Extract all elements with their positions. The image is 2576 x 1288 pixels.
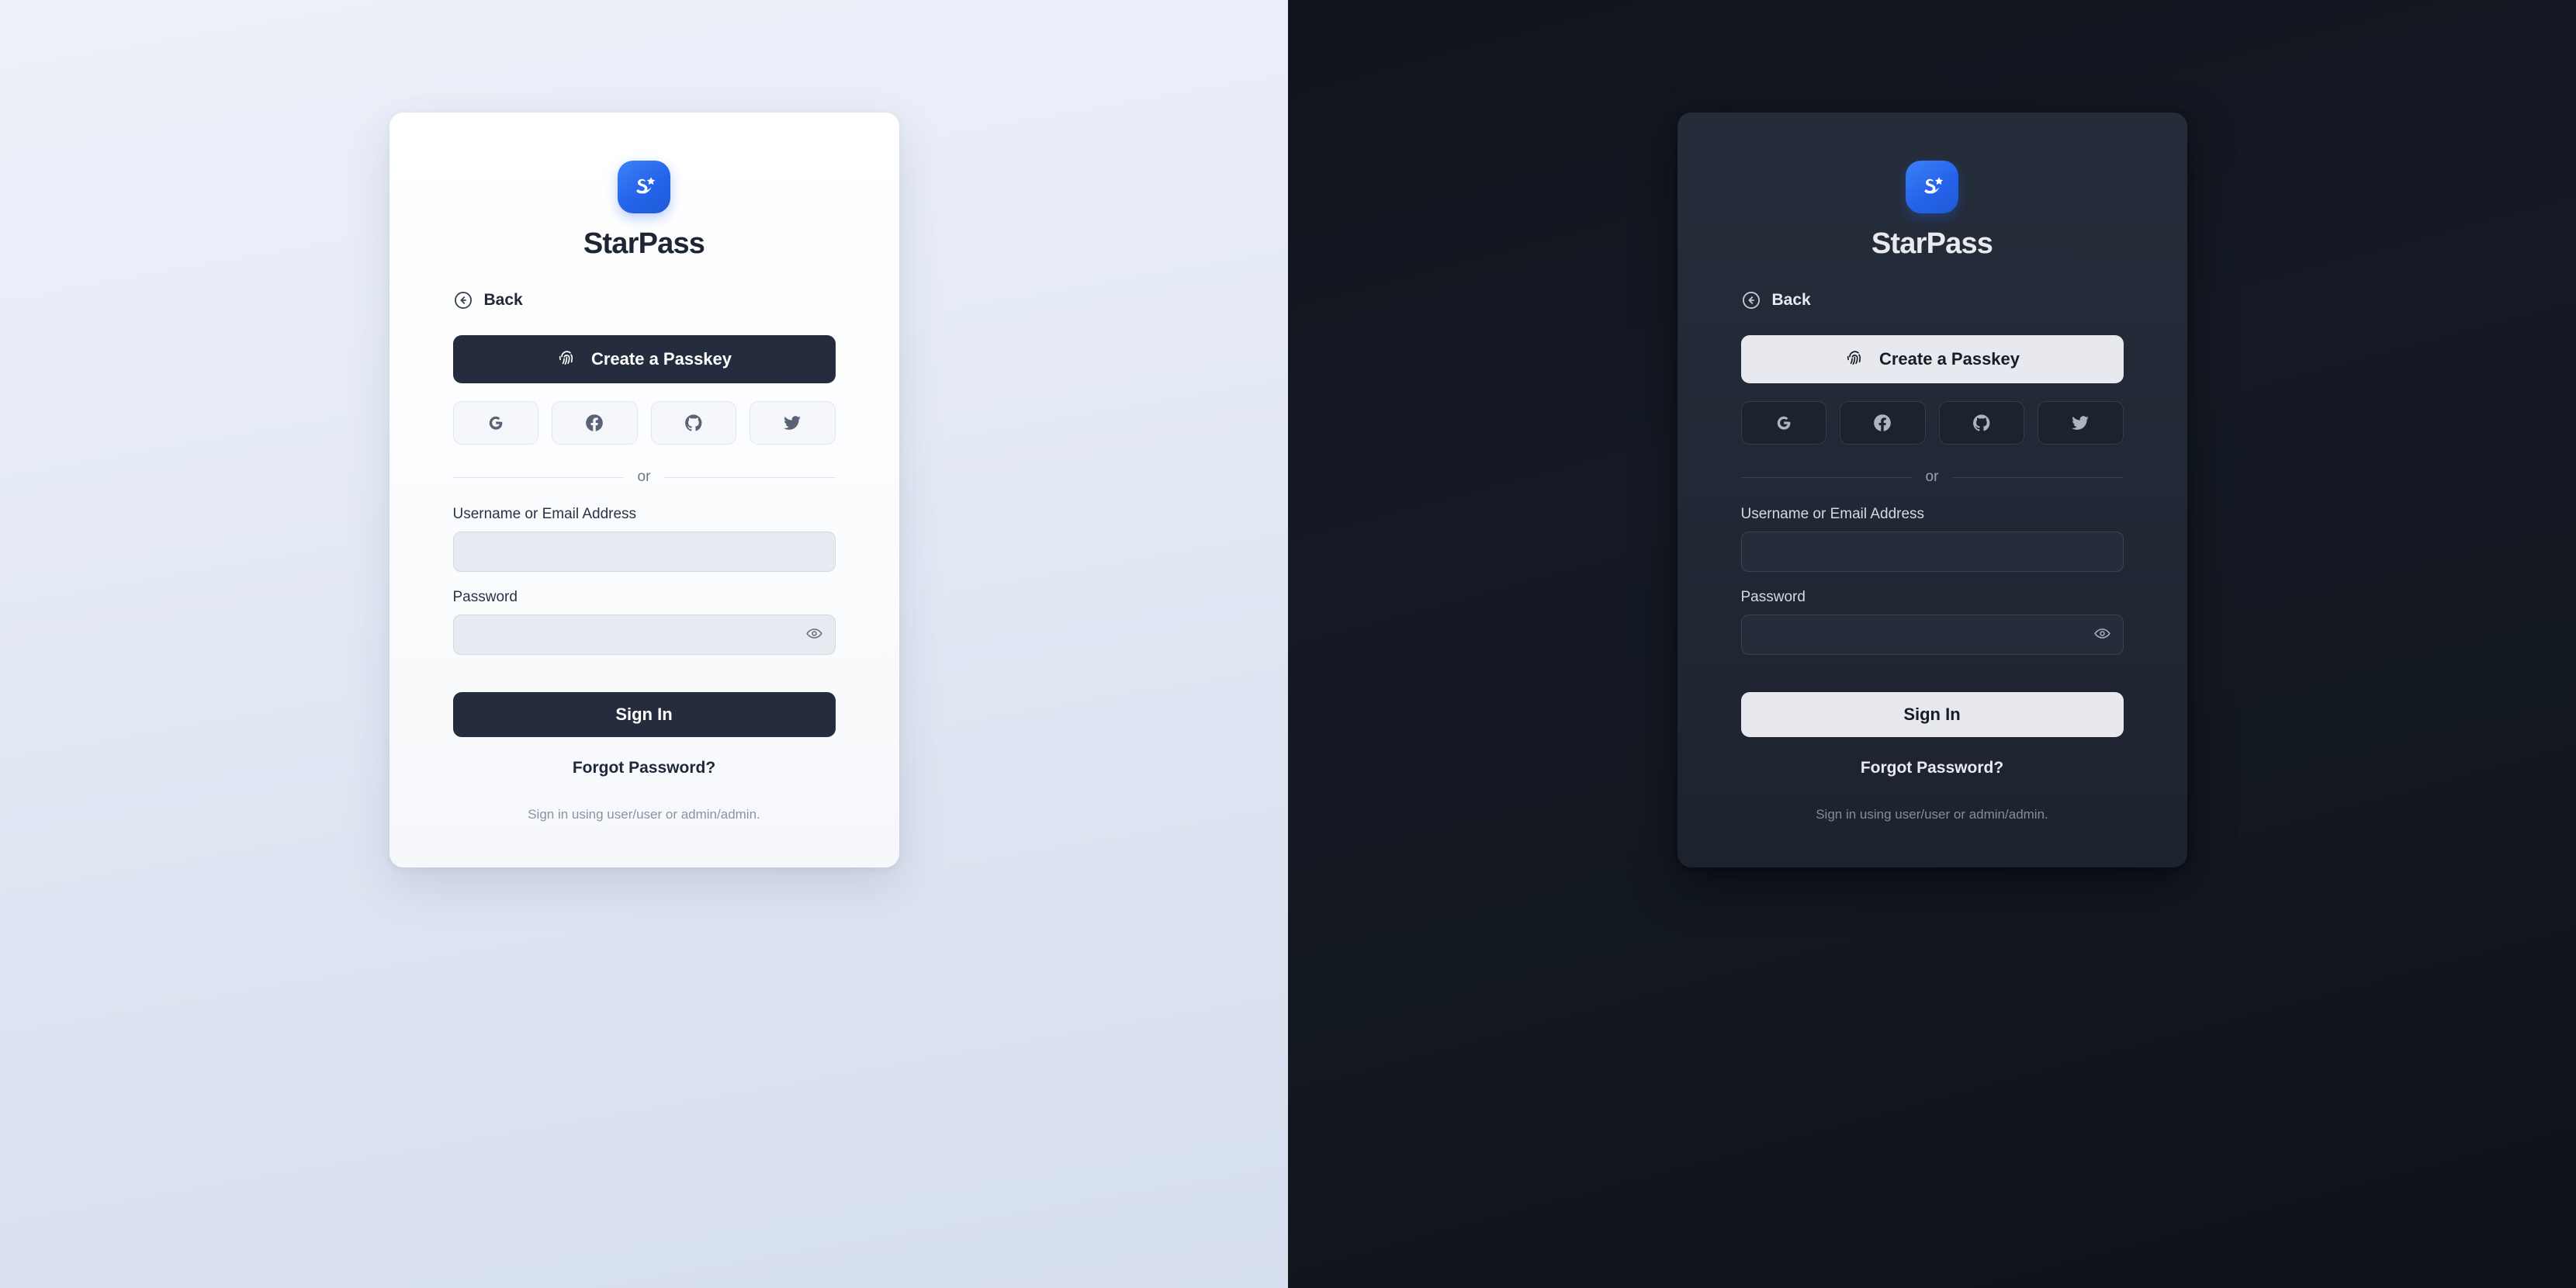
divider-line-right <box>1952 476 2124 478</box>
sign-in-button[interactable]: Sign In <box>1740 692 2124 737</box>
divider-or: or <box>1740 469 2124 486</box>
starpass-logo-icon <box>1906 161 1958 213</box>
username-field-group: Username or Email Address <box>452 506 836 572</box>
divider-line-right <box>664 476 836 478</box>
username-field-group: Username or Email Address <box>1740 506 2124 572</box>
divider-or: or <box>452 469 836 486</box>
back-label: Back <box>1771 291 1811 309</box>
social-login-google[interactable] <box>1740 401 1826 445</box>
google-icon <box>486 413 506 433</box>
password-input-wrap <box>1740 615 2124 655</box>
username-input-wrap <box>452 531 836 572</box>
eye-icon <box>2093 625 2111 645</box>
username-label: Username or Email Address <box>1740 506 1925 522</box>
brand-name: StarPass <box>1871 227 1993 260</box>
password-input[interactable] <box>452 615 836 655</box>
facebook-icon <box>584 413 604 433</box>
social-login-row <box>452 401 836 445</box>
back-button[interactable]: Back <box>1741 290 1811 310</box>
social-login-google[interactable] <box>452 401 538 445</box>
back-label: Back <box>483 291 523 309</box>
create-passkey-label: Create a Passkey <box>1878 349 2020 369</box>
login-card-light: StarPass Back Create a Passkey or Userna… <box>389 113 899 867</box>
divider-label: or <box>1925 469 1939 485</box>
create-passkey-label: Create a Passkey <box>590 349 732 369</box>
fingerprint-icon <box>556 347 577 372</box>
credentials-hint: Sign in using user/user or admin/admin. <box>528 807 760 822</box>
password-field-group: Password <box>1740 589 2124 655</box>
username-input[interactable] <box>1740 531 2124 572</box>
social-login-github[interactable] <box>650 401 736 445</box>
light-theme-pane: StarPass Back Create a Passkey or Userna… <box>0 0 1288 1288</box>
fingerprint-icon <box>1844 347 1865 372</box>
starpass-logo-icon <box>618 161 670 213</box>
social-login-twitter[interactable] <box>2038 401 2124 445</box>
back-button[interactable]: Back <box>453 290 523 310</box>
dark-theme-pane: StarPass Back Create a Passkey or Userna… <box>1288 0 2576 1288</box>
password-label: Password <box>1740 589 1806 605</box>
social-login-facebook[interactable] <box>1840 401 1926 445</box>
create-passkey-button[interactable]: Create a Passkey <box>452 335 836 383</box>
password-input-wrap <box>452 615 836 655</box>
forgot-password-link[interactable]: Forgot Password? <box>1741 759 2124 777</box>
create-passkey-button[interactable]: Create a Passkey <box>1740 335 2124 383</box>
github-icon <box>1972 413 1992 433</box>
social-login-twitter[interactable] <box>750 401 836 445</box>
brand-header-dark: StarPass <box>1741 161 2124 261</box>
forgot-password-link[interactable]: Forgot Password? <box>453 759 836 777</box>
login-card-dark: StarPass Back Create a Passkey or Userna… <box>1677 113 2187 867</box>
toggle-password-visibility-button[interactable] <box>805 625 825 645</box>
facebook-icon <box>1872 413 1892 433</box>
toggle-password-visibility-button[interactable] <box>2093 625 2113 645</box>
password-input[interactable] <box>1740 615 2124 655</box>
social-login-github[interactable] <box>1938 401 2024 445</box>
theme-comparison-stage: StarPass Back Create a Passkey or Userna… <box>0 0 2576 1288</box>
social-login-facebook[interactable] <box>552 401 638 445</box>
brand-name: StarPass <box>583 227 705 260</box>
eye-icon <box>805 625 823 645</box>
arrow-left-circle-icon <box>1741 290 1761 310</box>
twitter-icon <box>2070 413 2090 433</box>
twitter-icon <box>782 413 802 433</box>
divider-line-left <box>452 476 624 478</box>
sign-in-button[interactable]: Sign In <box>452 692 836 737</box>
divider-label: or <box>637 469 651 485</box>
password-label: Password <box>452 589 518 605</box>
username-input-wrap <box>1740 531 2124 572</box>
credentials-hint: Sign in using user/user or admin/admin. <box>1816 807 2048 822</box>
username-label: Username or Email Address <box>452 506 637 522</box>
arrow-left-circle-icon <box>453 290 473 310</box>
github-icon <box>684 413 704 433</box>
social-login-row <box>1740 401 2124 445</box>
google-icon <box>1774 413 1794 433</box>
brand-header: StarPass <box>453 161 836 261</box>
username-input[interactable] <box>452 531 836 572</box>
divider-line-left <box>1740 476 1912 478</box>
password-field-group: Password <box>452 589 836 655</box>
